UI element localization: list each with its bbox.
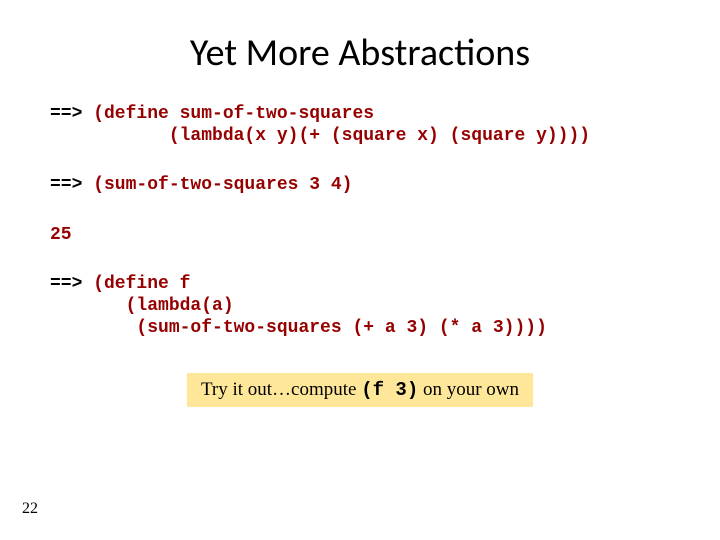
page-number: 22 xyxy=(22,500,38,518)
callout-text-post: on your own xyxy=(418,379,519,400)
slide-title: Yet More Abstractions xyxy=(50,30,670,76)
code-line: (lambda(x y)(+ (square x) (square y)))) xyxy=(50,126,590,146)
result-value: 25 xyxy=(50,225,72,245)
callout-code: (f 3) xyxy=(361,379,418,401)
code-result: 25 xyxy=(50,225,670,247)
code-define-sum: ==> (define sum-of-two-squares (lambda(x… xyxy=(50,104,670,147)
code-line: (sum-of-two-squares (+ a 3) (* a 3)))) xyxy=(50,318,547,338)
slide: Yet More Abstractions ==> (define sum-of… xyxy=(0,0,720,540)
code-call-sum: ==> (sum-of-two-squares 3 4) xyxy=(50,175,670,197)
code-line: (define f xyxy=(82,274,190,294)
repl-prompt: ==> xyxy=(50,274,82,294)
repl-prompt: ==> xyxy=(50,175,82,195)
code-line: (define sum-of-two-squares xyxy=(82,104,374,124)
code-define-f: ==> (define f (lambda(a) (sum-of-two-squ… xyxy=(50,274,670,339)
repl-prompt: ==> xyxy=(50,104,82,124)
code-line: (sum-of-two-squares 3 4) xyxy=(82,175,352,195)
callout-text-pre: Try it out…compute xyxy=(201,379,361,400)
code-line: (lambda(a) xyxy=(50,296,234,316)
try-it-callout: Try it out…compute (f 3) on your own xyxy=(187,373,533,407)
callout-container: Try it out…compute (f 3) on your own xyxy=(50,367,670,407)
